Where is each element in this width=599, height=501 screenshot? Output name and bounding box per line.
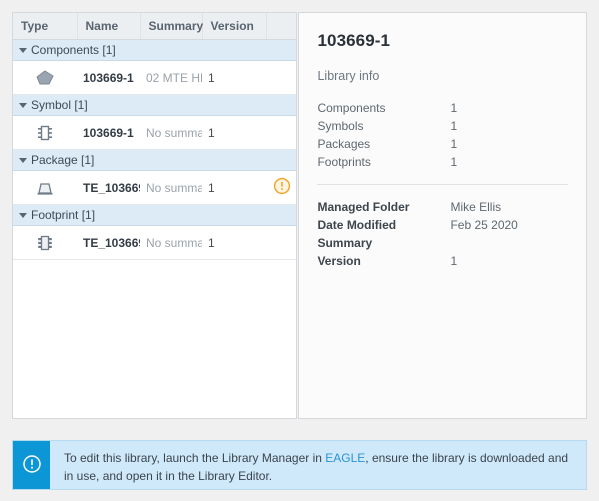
meta-label: Version bbox=[317, 254, 361, 268]
cell-flag bbox=[266, 225, 297, 260]
meta-row-summary: Summary bbox=[317, 234, 568, 252]
meta-row-version: Version 1 bbox=[317, 252, 568, 270]
component-icon bbox=[19, 69, 71, 87]
table-empty-area bbox=[13, 260, 297, 418]
table-row[interactable]: TE_103669-1 No summary 1 bbox=[13, 225, 297, 260]
cell-flag bbox=[266, 115, 297, 150]
group-header-cell: Symbol [1] bbox=[13, 94, 297, 116]
meta-value: Mike Ellis bbox=[450, 200, 502, 214]
eagle-link[interactable]: EAGLE bbox=[325, 451, 365, 465]
cell-name: 103669-1 bbox=[77, 60, 140, 95]
cell-type bbox=[13, 170, 77, 205]
info-label: Symbols bbox=[317, 119, 364, 133]
cell-name: TE_103669-1 bbox=[77, 170, 140, 205]
info-label: Footprints bbox=[317, 155, 371, 169]
group-header-cell: Components [1] bbox=[13, 39, 297, 61]
meta-row-date-modified: Date Modified Feb 25 2020 bbox=[317, 216, 568, 234]
cell-version: 1 bbox=[202, 225, 266, 260]
library-viewer-window: Type Name Summary Version Components [1] bbox=[0, 0, 599, 501]
chevron-down-icon[interactable] bbox=[19, 213, 27, 218]
info-label: Components bbox=[317, 101, 386, 115]
meta-value bbox=[450, 234, 568, 252]
table-header-row: Type Name Summary Version bbox=[13, 13, 297, 40]
warning-icon[interactable] bbox=[273, 177, 291, 198]
package-icon bbox=[19, 180, 71, 196]
group-header-cell: Package [1] bbox=[13, 149, 297, 171]
cell-version: 1 bbox=[202, 115, 266, 150]
info-value: 1 bbox=[450, 119, 458, 133]
cell-flag bbox=[266, 170, 297, 205]
meta-label: Managed Folder bbox=[317, 200, 410, 214]
meta-value: 1 bbox=[450, 254, 458, 268]
group-header-cell: Footprint [1] bbox=[13, 204, 297, 226]
meta-label: Summary bbox=[317, 236, 373, 250]
info-value: 1 bbox=[450, 155, 458, 169]
cell-summary: No summary bbox=[140, 115, 202, 150]
banner-icon-box bbox=[13, 441, 50, 489]
group-header-symbol[interactable]: Symbol [1] bbox=[13, 94, 297, 116]
group-label: Package [1] bbox=[31, 153, 95, 167]
info-value: 1 bbox=[450, 137, 458, 151]
cell-type bbox=[13, 115, 77, 150]
table-body: Components [1] 103669-1 02 MTE H 1 Symbo… bbox=[13, 39, 297, 260]
chevron-down-icon[interactable] bbox=[19, 103, 27, 108]
cell-summary: No summary bbox=[140, 225, 202, 260]
meta-label: Date Modified bbox=[317, 218, 397, 232]
banner-text-before: To edit this library, launch the Library… bbox=[64, 451, 326, 465]
group-header-components[interactable]: Components [1] bbox=[13, 39, 297, 61]
column-header-summary[interactable]: Summary bbox=[140, 13, 203, 40]
column-header-version[interactable]: Version bbox=[202, 13, 267, 40]
info-row-components: Components 1 bbox=[317, 99, 568, 117]
group-label: Footprint [1] bbox=[31, 208, 96, 222]
chevron-down-icon[interactable] bbox=[19, 48, 27, 53]
table-row[interactable]: TE_103669-1 No summary 1 bbox=[13, 170, 297, 205]
info-row-packages: Packages 1 bbox=[317, 135, 568, 153]
cell-flag bbox=[266, 60, 297, 95]
info-label: Packages bbox=[317, 137, 371, 151]
info-icon bbox=[22, 454, 42, 477]
table-header: Type Name Summary Version bbox=[13, 13, 297, 40]
panels-container: Type Name Summary Version Components [1] bbox=[12, 12, 587, 419]
column-header-name[interactable]: Name bbox=[77, 13, 141, 40]
cell-type bbox=[13, 60, 77, 95]
library-counts-table: Components 1 Symbols 1 Packages 1 Footpr… bbox=[317, 99, 568, 171]
group-label: Symbol [1] bbox=[31, 98, 88, 112]
cell-summary: 02 MTE HD… bbox=[140, 60, 202, 95]
table-row[interactable]: 103669-1 No summary 1 bbox=[13, 115, 297, 150]
cell-name: 103669-1 bbox=[77, 115, 140, 150]
column-header-flag[interactable] bbox=[266, 13, 297, 40]
banner-message: To edit this library, launch the Library… bbox=[50, 441, 586, 489]
footprint-icon bbox=[19, 234, 71, 252]
info-row-footprints: Footprints 1 bbox=[317, 153, 568, 171]
cell-summary: No summary bbox=[140, 170, 202, 205]
group-header-package[interactable]: Package [1] bbox=[13, 149, 297, 171]
cell-version: 1 bbox=[202, 60, 266, 95]
library-meta-table: Managed Folder Mike Ellis Date Modified … bbox=[317, 198, 568, 270]
library-contents-table: Type Name Summary Version Components [1] bbox=[13, 13, 297, 260]
info-row-symbols: Symbols 1 bbox=[317, 117, 568, 135]
group-header-footprint[interactable]: Footprint [1] bbox=[13, 204, 297, 226]
group-label: Components [1] bbox=[31, 43, 116, 57]
column-header-type[interactable]: Type bbox=[13, 13, 78, 40]
library-info-panel: 103669-1 Library info Components 1 Symbo… bbox=[298, 12, 587, 419]
library-contents-panel: Type Name Summary Version Components [1] bbox=[12, 12, 298, 419]
page-title: 103669-1 bbox=[317, 31, 391, 50]
symbol-icon bbox=[19, 124, 71, 142]
library-info-subtitle: Library info bbox=[317, 69, 380, 83]
cell-name: TE_103669-1 bbox=[77, 225, 140, 260]
info-value: 1 bbox=[450, 101, 458, 115]
meta-row-managed-folder: Managed Folder Mike Ellis bbox=[317, 198, 568, 216]
table-row[interactable]: 103669-1 02 MTE HD… 1 bbox=[13, 60, 297, 95]
divider bbox=[317, 184, 568, 185]
chevron-down-icon[interactable] bbox=[19, 158, 27, 163]
meta-value: Feb 25 2020 bbox=[450, 218, 518, 232]
info-banner: To edit this library, launch the Library… bbox=[12, 440, 587, 490]
cell-type bbox=[13, 225, 77, 260]
cell-version: 1 bbox=[202, 170, 266, 205]
